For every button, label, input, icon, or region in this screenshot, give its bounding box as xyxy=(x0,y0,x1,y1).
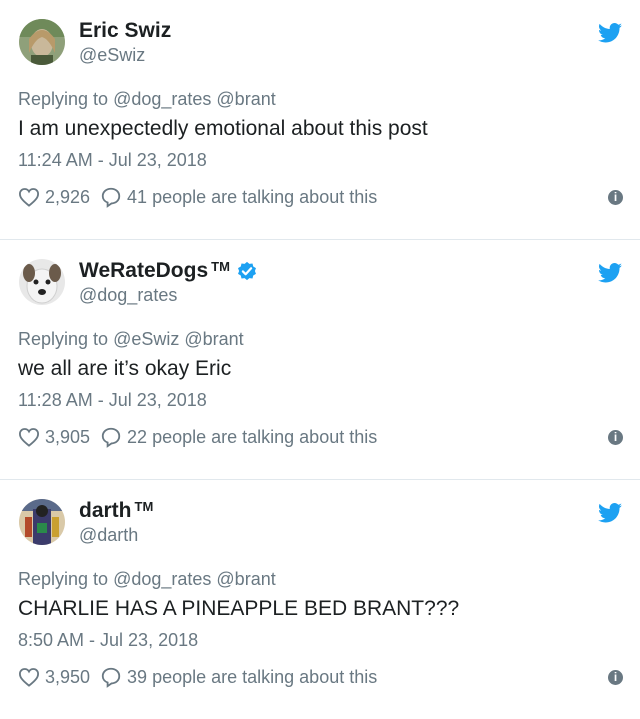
tweet-card[interactable]: WeRateDogs TM @dog_rates Replying to @eS… xyxy=(0,240,640,480)
replying-to: Replying to @eSwiz @brant xyxy=(18,329,244,350)
author-handle[interactable]: @eSwiz xyxy=(79,45,145,66)
avatar[interactable] xyxy=(19,499,65,545)
author-handle[interactable]: @dog_rates xyxy=(79,285,177,306)
info-icon[interactable]: i xyxy=(608,190,623,205)
author-name[interactable]: Eric Swiz xyxy=(79,19,171,43)
info-icon[interactable]: i xyxy=(608,670,623,685)
tweet-text: I am unexpectedly emotional about this p… xyxy=(18,117,428,140)
replying-to: Replying to @dog_rates @brant xyxy=(18,569,276,590)
replying-prefix: Replying to xyxy=(18,89,109,109)
talking-count[interactable]: 22 people are talking about this xyxy=(127,427,377,448)
twitter-bird-icon[interactable] xyxy=(598,23,622,43)
author-name[interactable]: darth xyxy=(79,499,132,523)
timestamp[interactable]: 11:24 AM - Jul 23, 2018 xyxy=(18,150,207,171)
author-name-row: darth TM xyxy=(79,499,153,523)
twitter-bird-icon[interactable] xyxy=(598,503,622,523)
heart-icon[interactable] xyxy=(18,187,40,207)
speech-bubble-icon[interactable] xyxy=(100,426,122,448)
talking-count[interactable]: 41 people are talking about this xyxy=(127,187,377,208)
tweet-actions: 2,926 41 people are talking about this xyxy=(18,186,377,208)
author-name-row: WeRateDogs TM xyxy=(79,259,258,283)
author-name[interactable]: WeRateDogs xyxy=(79,259,208,283)
twitter-bird-icon[interactable] xyxy=(598,263,622,283)
tweet-actions: 3,905 22 people are talking about this xyxy=(18,426,377,448)
replying-prefix: Replying to xyxy=(18,329,109,349)
speech-bubble-icon[interactable] xyxy=(100,186,122,208)
replying-mentions[interactable]: @eSwiz @brant xyxy=(113,329,244,349)
tweet-text: CHARLIE HAS A PINEAPPLE BED BRANT??? xyxy=(18,597,460,620)
heart-icon[interactable] xyxy=(18,667,40,687)
author-handle[interactable]: @darth xyxy=(79,525,138,546)
tweet-actions: 3,950 39 people are talking about this xyxy=(18,666,377,688)
replying-to: Replying to @dog_rates @brant xyxy=(18,89,276,110)
tweet-text: we all are it’s okay Eric xyxy=(18,357,232,380)
tweet-card[interactable]: Eric Swiz @eSwiz Replying to @dog_rates … xyxy=(0,0,640,240)
speech-bubble-icon[interactable] xyxy=(100,666,122,688)
timestamp[interactable]: 8:50 AM - Jul 23, 2018 xyxy=(18,630,198,651)
like-count[interactable]: 3,950 xyxy=(45,667,90,688)
avatar[interactable] xyxy=(19,259,65,305)
like-count[interactable]: 2,926 xyxy=(45,187,90,208)
avatar[interactable] xyxy=(19,19,65,65)
tweet-card[interactable]: darth TM @darth Replying to @dog_rates @… xyxy=(0,480,640,719)
timestamp[interactable]: 11:28 AM - Jul 23, 2018 xyxy=(18,390,207,411)
trademark-mark: TM xyxy=(134,498,154,514)
trademark-mark: TM xyxy=(211,258,230,274)
verified-badge-icon xyxy=(237,261,256,281)
like-count[interactable]: 3,905 xyxy=(45,427,90,448)
replying-mentions[interactable]: @dog_rates @brant xyxy=(113,569,276,589)
replying-prefix: Replying to xyxy=(18,569,109,589)
replying-mentions[interactable]: @dog_rates @brant xyxy=(113,89,276,109)
talking-count[interactable]: 39 people are talking about this xyxy=(127,667,377,688)
heart-icon[interactable] xyxy=(18,427,40,447)
author-name-row: Eric Swiz xyxy=(79,19,171,43)
info-icon[interactable]: i xyxy=(608,430,623,445)
